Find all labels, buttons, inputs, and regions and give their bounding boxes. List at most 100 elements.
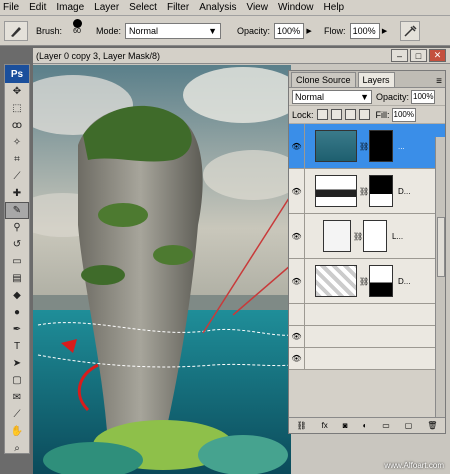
menu-select[interactable]: Select xyxy=(129,2,157,13)
type-tool-icon[interactable]: T xyxy=(5,338,29,355)
eye-icon[interactable]: 👁 xyxy=(289,124,305,168)
layer-row[interactable]: 👁 ⛓ D... xyxy=(289,259,445,304)
tool-preset-picker[interactable] xyxy=(4,20,28,41)
dodge-tool-icon[interactable]: ● xyxy=(5,304,29,321)
marquee-tool-icon[interactable]: ⬚ xyxy=(5,100,29,117)
eyedropper-tool-icon[interactable]: ⟋ xyxy=(5,168,29,185)
layer-row[interactable]: 👁 ⛓ ... xyxy=(289,124,445,169)
layer-row[interactable]: 👁 ⛓ D... xyxy=(289,169,445,214)
stamp-tool-icon[interactable]: ⚲ xyxy=(5,219,29,236)
menu-window[interactable]: Window xyxy=(278,2,314,13)
blur-tool-icon[interactable]: ◆ xyxy=(5,287,29,304)
move-tool-icon[interactable]: ✥ xyxy=(5,83,29,100)
menu-layer[interactable]: Layer xyxy=(94,2,119,13)
hand-tool-icon[interactable]: ✋ xyxy=(5,423,29,440)
history-brush-tool-icon[interactable]: ↺ xyxy=(5,236,29,253)
magic-wand-tool-icon[interactable]: ✧ xyxy=(5,134,29,151)
eye-icon[interactable]: 👁 xyxy=(289,348,305,369)
link-icon[interactable]: ⛓ xyxy=(359,187,369,196)
trash-icon[interactable]: 🗑 xyxy=(427,421,437,430)
add-mask-icon[interactable]: ◙ xyxy=(343,421,348,430)
eye-icon[interactable]: 👁 xyxy=(289,169,305,213)
toolbox: Ps ✥ ⬚ ꝏ ✧ ⌗ ⟋ ✚ ✎ ⚲ ↺ ▭ ▤ ◆ ● ✒ T ➤ ▢ ✉… xyxy=(4,64,30,454)
notes-tool-icon[interactable]: ✉ xyxy=(5,389,29,406)
lock-pixels-icon[interactable] xyxy=(330,109,342,120)
panel-opacity-field[interactable]: 100% xyxy=(411,89,436,104)
layer-mask-thumbnail[interactable] xyxy=(369,175,393,207)
crop-tool-icon[interactable]: ⌗ xyxy=(5,151,29,168)
link-icon[interactable]: ⛓ xyxy=(359,142,369,151)
brush-label: Brush: xyxy=(36,25,63,36)
menu-view[interactable]: View xyxy=(246,2,268,13)
brush-tool-icon[interactable]: ✎ xyxy=(5,202,29,219)
mode-select[interactable]: Normal ▼ xyxy=(125,22,222,39)
opacity-dropdown-icon[interactable]: ▶ xyxy=(304,23,314,39)
blend-mode-select[interactable]: Normal ▼ xyxy=(292,89,372,104)
lock-position-icon[interactable] xyxy=(344,109,356,120)
panel-footer: ⛓ fx ◙ ◐ ▭ ▢ 🗑 xyxy=(289,417,445,433)
lock-all-icon[interactable] xyxy=(358,109,370,120)
close-button[interactable]: ✕ xyxy=(429,49,446,62)
folder-icon[interactable]: ▭ xyxy=(382,421,390,430)
eyedropper2-tool-icon[interactable]: ⟋ xyxy=(5,406,29,423)
document-title: (Layer 0 copy 3, Layer Mask/8) xyxy=(36,50,161,61)
zoom-tool-icon[interactable]: ⌕ xyxy=(5,440,29,457)
lasso-tool-icon[interactable]: ꝏ xyxy=(5,117,29,134)
maximize-button[interactable]: □ xyxy=(410,49,427,62)
document-title-bar: (Layer 0 copy 3, Layer Mask/8) – □ ✕ xyxy=(33,48,450,64)
brush-size: 60 xyxy=(73,27,81,35)
new-layer-icon[interactable]: ▢ xyxy=(405,421,413,430)
brush-picker[interactable]: 60 xyxy=(66,18,88,43)
layer-thumbnail xyxy=(315,265,357,297)
blend-row: Normal ▼ Opacity: 100% xyxy=(289,88,445,106)
airbrush-toggle[interactable] xyxy=(399,20,420,41)
panel-scrollbar[interactable] xyxy=(435,137,445,417)
layer-mask-thumbnail[interactable] xyxy=(369,265,393,297)
menu-edit[interactable]: Edit xyxy=(29,2,46,13)
flow-dropdown-icon[interactable]: ▶ xyxy=(380,23,390,39)
fx-icon[interactable]: fx xyxy=(322,421,328,430)
layer-name: ... xyxy=(398,141,405,151)
eye-icon[interactable]: 👁 xyxy=(289,259,305,303)
scrollbar-thumb[interactable] xyxy=(437,217,445,277)
tab-layers[interactable]: Layers xyxy=(357,72,395,87)
healing-tool-icon[interactable]: ✚ xyxy=(5,185,29,202)
panel-menu-icon[interactable]: ≡ xyxy=(436,76,442,87)
menu-analysis[interactable]: Analysis xyxy=(199,2,236,13)
layer-mask-thumbnail[interactable] xyxy=(369,130,393,162)
link-layers-icon[interactable]: ⛓ xyxy=(296,421,306,430)
eye-slot[interactable] xyxy=(289,304,305,325)
layer-row-hidden[interactable]: 👁 xyxy=(289,326,445,348)
tab-clone-source[interactable]: Clone Source xyxy=(291,72,356,87)
lock-transparent-icon[interactable] xyxy=(316,109,328,120)
flow-field[interactable]: 100% xyxy=(349,22,380,39)
layer-row-hidden[interactable]: 👁 xyxy=(289,348,445,370)
layer-row-hidden[interactable] xyxy=(289,304,445,326)
eye-icon[interactable]: 👁 xyxy=(289,214,305,258)
layer-name: D... xyxy=(398,276,411,286)
minimize-button[interactable]: – xyxy=(391,49,408,62)
fill-field[interactable]: 100% xyxy=(391,107,416,122)
menu-help[interactable]: Help xyxy=(324,2,345,13)
pen-tool-icon[interactable]: ✒ xyxy=(5,321,29,338)
layers-panel: Clone Source Layers ≡ Normal ▼ Opacity: … xyxy=(288,70,446,434)
panel-opacity-label: Opacity: xyxy=(376,91,410,102)
layer-mask-thumbnail[interactable] xyxy=(363,220,387,252)
link-icon[interactable]: ⛓ xyxy=(359,277,369,286)
gradient-tool-icon[interactable]: ▤ xyxy=(5,270,29,287)
shape-tool-icon[interactable]: ▢ xyxy=(5,372,29,389)
layer-name: D... xyxy=(398,186,411,196)
opacity-field[interactable]: 100% xyxy=(274,22,305,39)
airbrush-icon xyxy=(404,24,417,37)
menu-image[interactable]: Image xyxy=(56,2,84,13)
eye-icon[interactable]: 👁 xyxy=(289,326,305,347)
document-canvas[interactable] xyxy=(33,65,291,474)
menu-file[interactable]: File xyxy=(3,2,19,13)
eraser-tool-icon[interactable]: ▭ xyxy=(5,253,29,270)
link-icon[interactable]: ⛓ xyxy=(353,232,363,241)
panel-tabs: Clone Source Layers ≡ xyxy=(289,71,445,88)
adjustment-layer-icon[interactable]: ◐ xyxy=(363,421,368,430)
layer-row[interactable]: 👁 ⛓ L... xyxy=(289,214,445,259)
menu-filter[interactable]: Filter xyxy=(167,2,189,13)
path-select-tool-icon[interactable]: ➤ xyxy=(5,355,29,372)
